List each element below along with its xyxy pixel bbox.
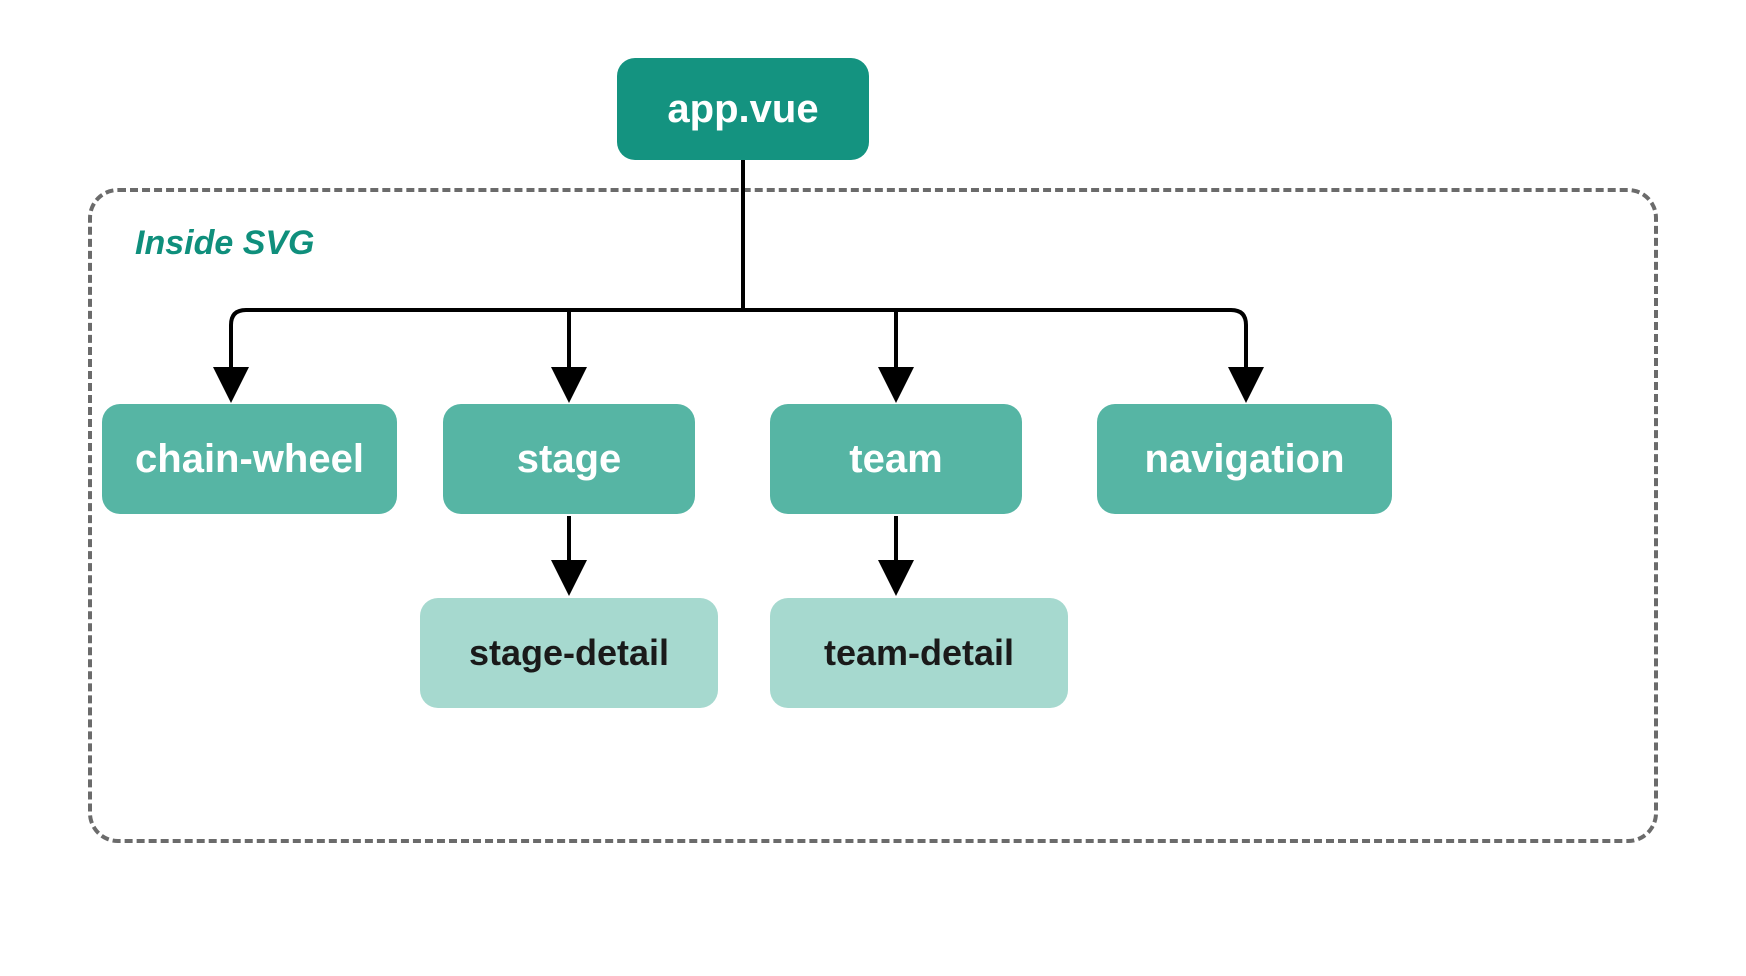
node-team-detail: team-detail <box>770 598 1068 708</box>
node-app-vue: app.vue <box>617 58 869 160</box>
diagram-canvas: Inside SVG app.vue chain-wheel stage tea… <box>0 0 1746 976</box>
svg-container-box <box>88 188 1658 843</box>
node-team: team <box>770 404 1022 514</box>
node-stage-detail: stage-detail <box>420 598 718 708</box>
node-label: navigation <box>1144 437 1344 482</box>
node-label: stage <box>517 437 622 482</box>
svg-container-label: Inside SVG <box>135 224 315 263</box>
node-stage: stage <box>443 404 695 514</box>
node-label: chain-wheel <box>135 437 364 482</box>
node-label: stage-detail <box>469 632 669 674</box>
node-chain-wheel: chain-wheel <box>102 404 397 514</box>
node-label: app.vue <box>667 87 818 132</box>
node-label: team-detail <box>824 632 1014 674</box>
node-label: team <box>849 437 942 482</box>
node-navigation: navigation <box>1097 404 1392 514</box>
